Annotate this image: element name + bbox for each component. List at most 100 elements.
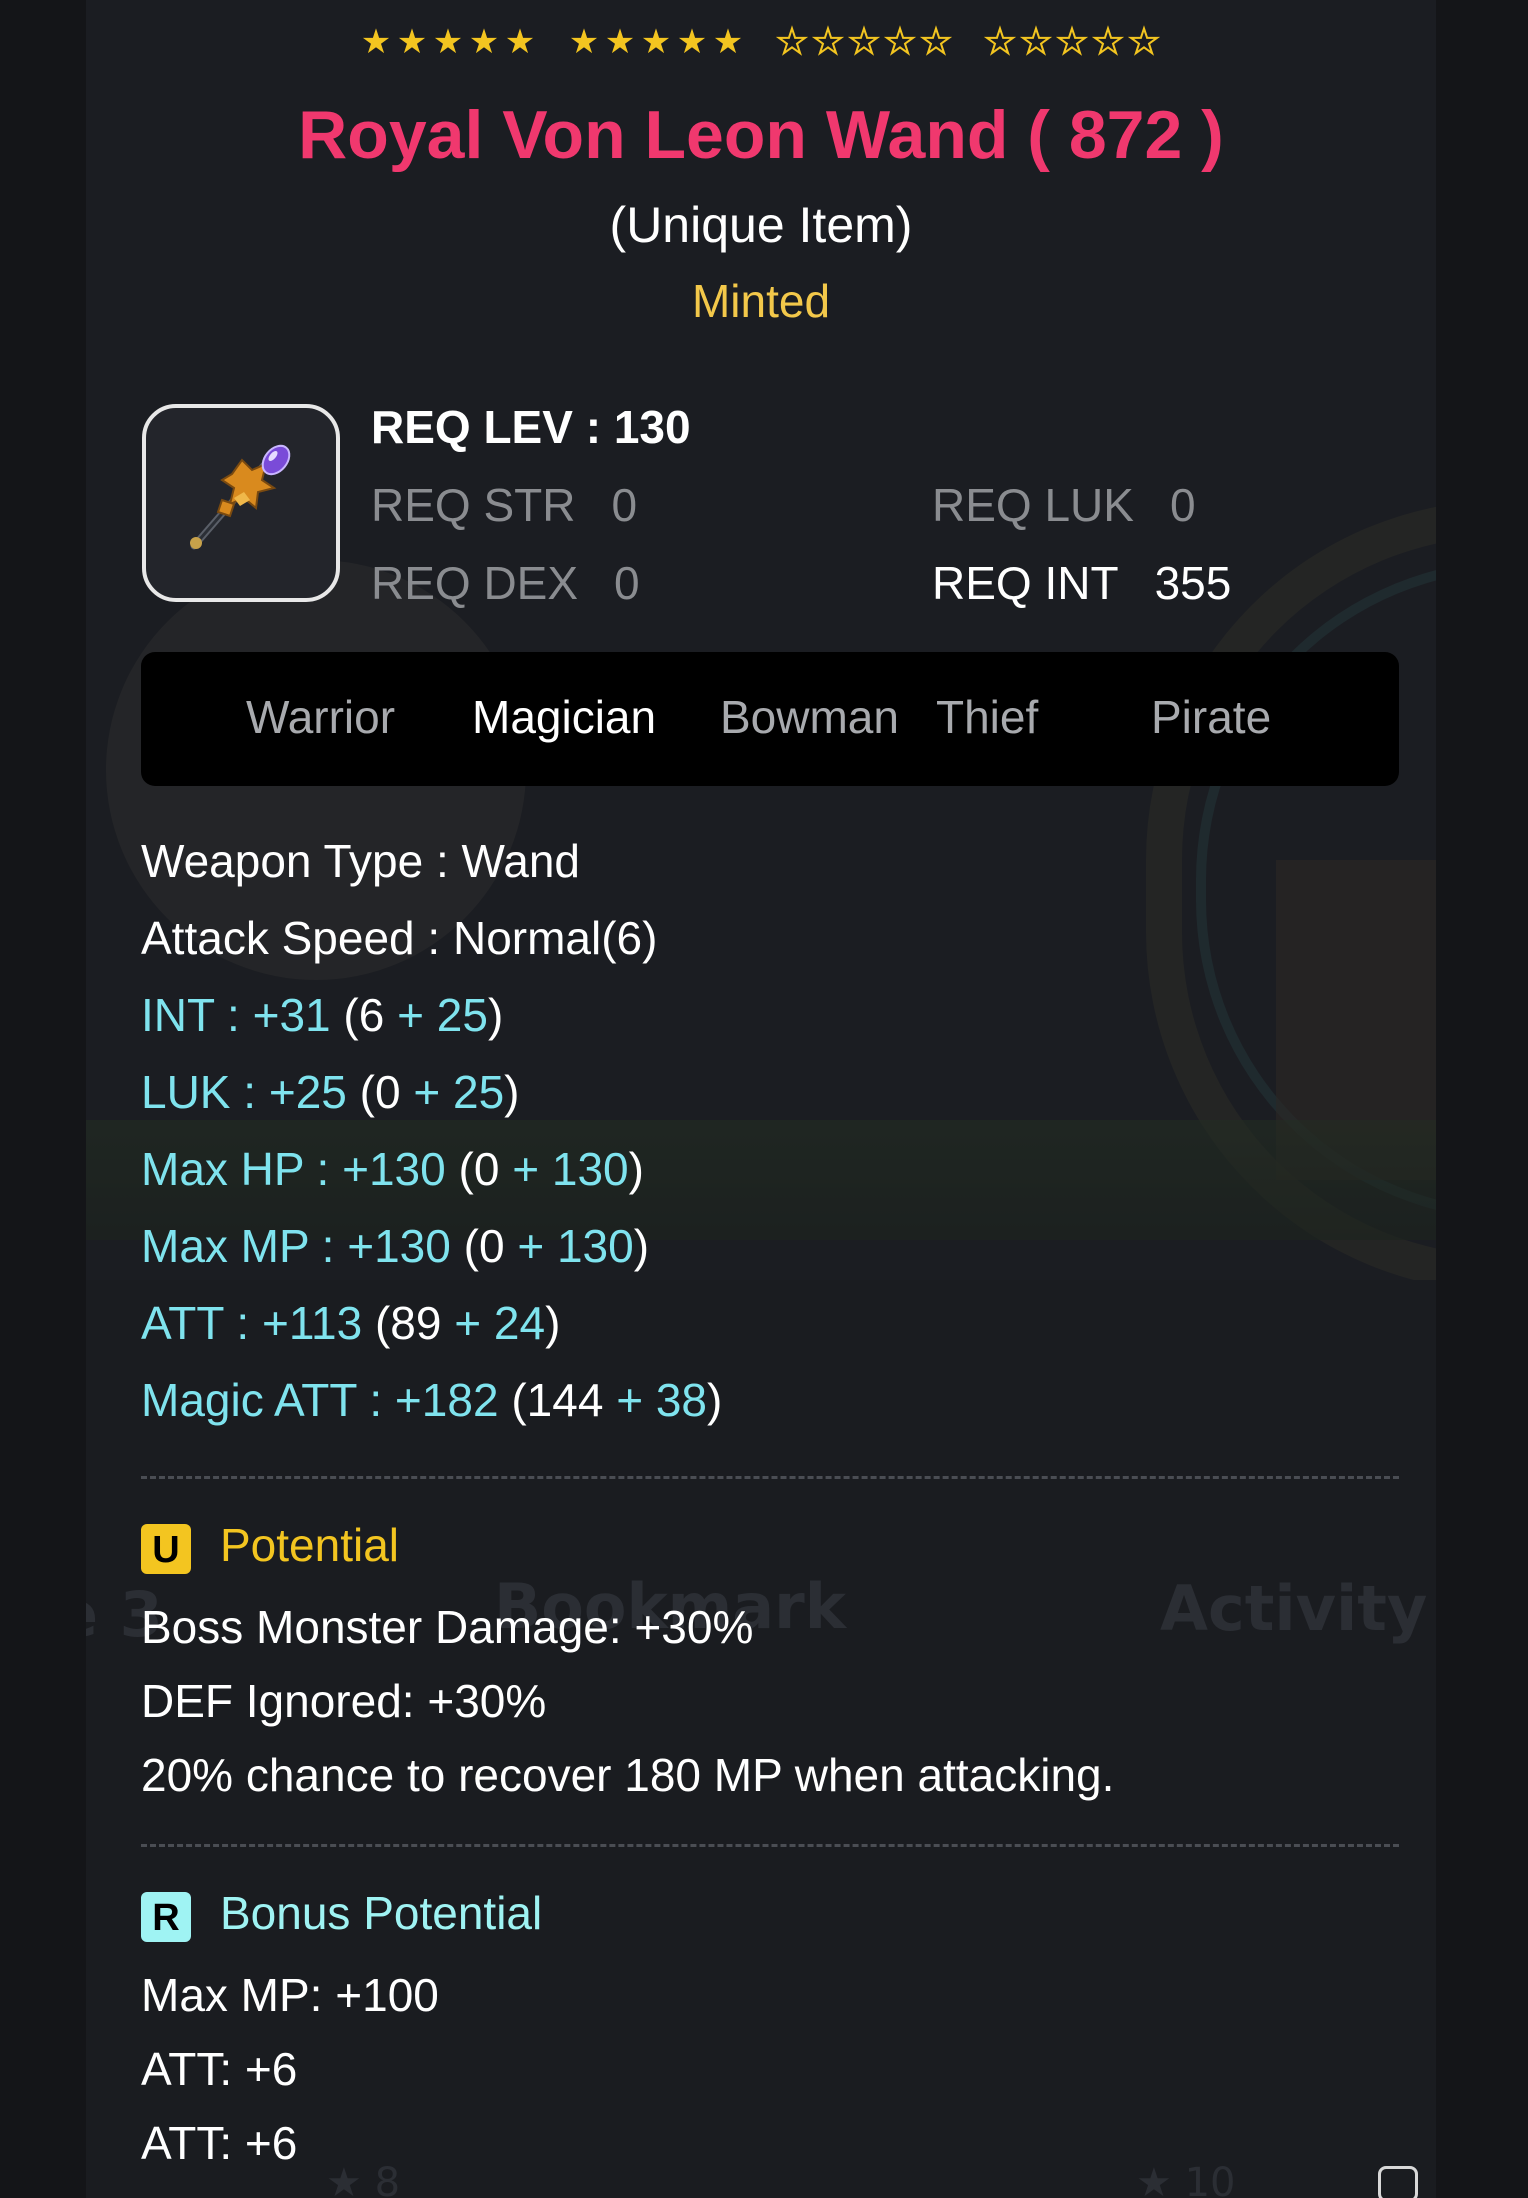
potential-line: Boss Monster Damage: +30%: [141, 1601, 754, 1653]
bonus-potential-grade-badge: R: [141, 1892, 191, 1942]
star-empty-icon: ★: [848, 21, 882, 63]
star-empty-icon: ★: [1128, 21, 1162, 63]
stat-max-mp-base: 0: [478, 1220, 505, 1272]
stat-int-base: 6: [358, 989, 385, 1041]
stat-max-hp-base: 0: [473, 1143, 500, 1195]
star-filled-icon: ★: [468, 22, 502, 62]
stat-max-hp-bonus: 130: [551, 1143, 629, 1195]
stat-luk-bonus: 25: [453, 1066, 505, 1118]
req-dex-value: 0: [614, 557, 640, 609]
star-filled-icon: ★: [568, 22, 602, 62]
star-empty-icon: ★: [984, 21, 1018, 63]
stat-luk: LUK : +25 (0 + 25): [141, 1066, 520, 1118]
star-group: ★ ★ ★ ★ ★: [983, 21, 1163, 63]
job-thief: Thief: [936, 691, 1039, 743]
stat-int-label: INT :: [141, 989, 240, 1041]
req-luk: REQ LUK 0: [932, 478, 1196, 532]
star-filled-icon: ★: [712, 22, 746, 62]
star-empty-icon: ★: [1020, 21, 1054, 63]
potential-line: DEF Ignored: +30%: [141, 1675, 547, 1727]
req-int-label: REQ INT: [932, 557, 1119, 609]
stat-max-mp: Max MP : +130 (0 + 130): [141, 1220, 650, 1272]
divider: [141, 1844, 1399, 1847]
star-empty-icon: ★: [1056, 21, 1090, 63]
wand-icon: [190, 444, 291, 550]
stat-max-hp-label: Max HP :: [141, 1143, 330, 1195]
star-empty-icon: ★: [776, 21, 810, 63]
item-rarity: (Unique Item): [609, 197, 913, 253]
stat-int: INT : +31 (6 + 25): [141, 989, 504, 1041]
req-dex: REQ DEX 0: [371, 556, 640, 610]
star-filled-icon: ★: [396, 22, 430, 62]
bonus-potential-line: ATT: +6: [141, 2117, 298, 2169]
bonus-potential-title: Bonus Potential: [220, 1887, 543, 1939]
star-filled-icon: ★: [640, 22, 674, 62]
star-filled-icon: ★: [604, 22, 638, 62]
left-gutter: [0, 0, 86, 2198]
req-luk-value: 0: [1169, 479, 1196, 531]
potential-grade-badge: U: [141, 1524, 191, 1574]
item-tooltip-panel: e 3 Bookmark Activity ★ 8 ★ 10 ★★★★★★★★★…: [86, 0, 1436, 2198]
star-empty-icon: ★: [920, 21, 954, 63]
star-force-rating: ★ ★ ★ ★ ★ ★ ★ ★ ★ ★ ★ ★ ★ ★ ★ ★ ★ ★ ★ ★: [86, 21, 1436, 63]
stat-attack-speed: Attack Speed : Normal(6): [141, 911, 657, 965]
stat-magic-att-total: +182: [394, 1374, 499, 1426]
stat-magic-att-bonus: 38: [655, 1374, 708, 1426]
star-group: ★ ★ ★ ★ ★: [567, 22, 747, 62]
stat-att-bonus: 24: [493, 1297, 546, 1349]
req-int-value: 355: [1154, 557, 1232, 609]
item-icon-frame: [142, 404, 340, 602]
potential-line: 20% chance to recover 180 MP when attack…: [141, 1749, 1115, 1801]
job-class-bar: Warrior Magician Bowman Thief Pirate: [141, 652, 1399, 786]
req-level-label: REQ LEV: [371, 401, 573, 453]
bonus-potential-line: Max MP: +100: [141, 1969, 439, 2021]
req-level-value: 130: [613, 401, 691, 453]
job-warrior: Warrior: [246, 691, 396, 743]
req-dex-label: REQ DEX: [371, 557, 579, 609]
star-group: ★ ★ ★ ★ ★: [775, 21, 955, 63]
stat-max-mp-bonus: 130: [556, 1220, 634, 1272]
star-group: ★ ★ ★ ★ ★: [359, 22, 539, 62]
stat-max-mp-total: +130: [347, 1220, 451, 1272]
stat-magic-att-label: Magic ATT :: [141, 1374, 383, 1426]
stat-att-total: +113: [261, 1297, 363, 1349]
req-luk-label: REQ LUK: [932, 479, 1134, 531]
stat-att: ATT : +113 (89 + 24): [141, 1297, 561, 1349]
stat-att-label: ATT :: [141, 1297, 250, 1349]
scan-text-icon[interactable]: [1378, 2166, 1418, 2198]
star-empty-icon: ★: [1092, 21, 1126, 63]
stat-max-hp: Max HP : +130 (0 + 130): [141, 1143, 644, 1195]
job-magician: Magician: [472, 691, 657, 743]
stat-max-hp-total: +130: [342, 1143, 446, 1195]
star-filled-icon: ★: [504, 22, 538, 62]
background-count-right: ★ 10: [1136, 2160, 1236, 2198]
divider: [141, 1476, 1399, 1479]
stat-max-mp-label: Max MP :: [141, 1220, 335, 1272]
req-level-separator: :: [585, 401, 602, 453]
bonus-potential-line: ATT: +6: [141, 2043, 298, 2095]
req-level: REQ LEV : 130: [371, 400, 691, 454]
job-bowman: Bowman: [720, 691, 899, 743]
stat-magic-att: Magic ATT : +182 (144 + 38): [141, 1374, 723, 1426]
stat-int-bonus: 25: [436, 989, 488, 1041]
star-filled-icon: ★: [432, 22, 466, 62]
stat-magic-att-base: 144: [526, 1374, 604, 1426]
star-empty-icon: ★: [884, 21, 918, 63]
stat-att-base: 89: [390, 1297, 442, 1349]
stat-luk-base: 0: [374, 1066, 401, 1118]
potential-title: Potential: [220, 1519, 400, 1571]
req-int: REQ INT 355: [932, 556, 1231, 610]
item-status: Minted: [691, 275, 831, 327]
stat-weapon-type: Weapon Type : Wand: [141, 834, 580, 888]
background-count-left: ★ 8: [326, 2160, 401, 2198]
stat-luk-label: LUK :: [141, 1066, 257, 1118]
star-empty-icon: ★: [812, 21, 846, 63]
stat-attack-speed-value: Normal(6): [452, 912, 658, 964]
item-title: Royal Von Leon Wand ( 872 ): [298, 97, 1224, 173]
req-str-value: 0: [611, 479, 638, 531]
stat-weapon-type-label: Weapon Type :: [141, 835, 449, 887]
stat-attack-speed-label: Attack Speed :: [141, 912, 441, 964]
background-activity-text: Activity: [1160, 1572, 1428, 1645]
stat-luk-total: +25: [268, 1066, 347, 1118]
star-filled-icon: ★: [360, 22, 394, 62]
